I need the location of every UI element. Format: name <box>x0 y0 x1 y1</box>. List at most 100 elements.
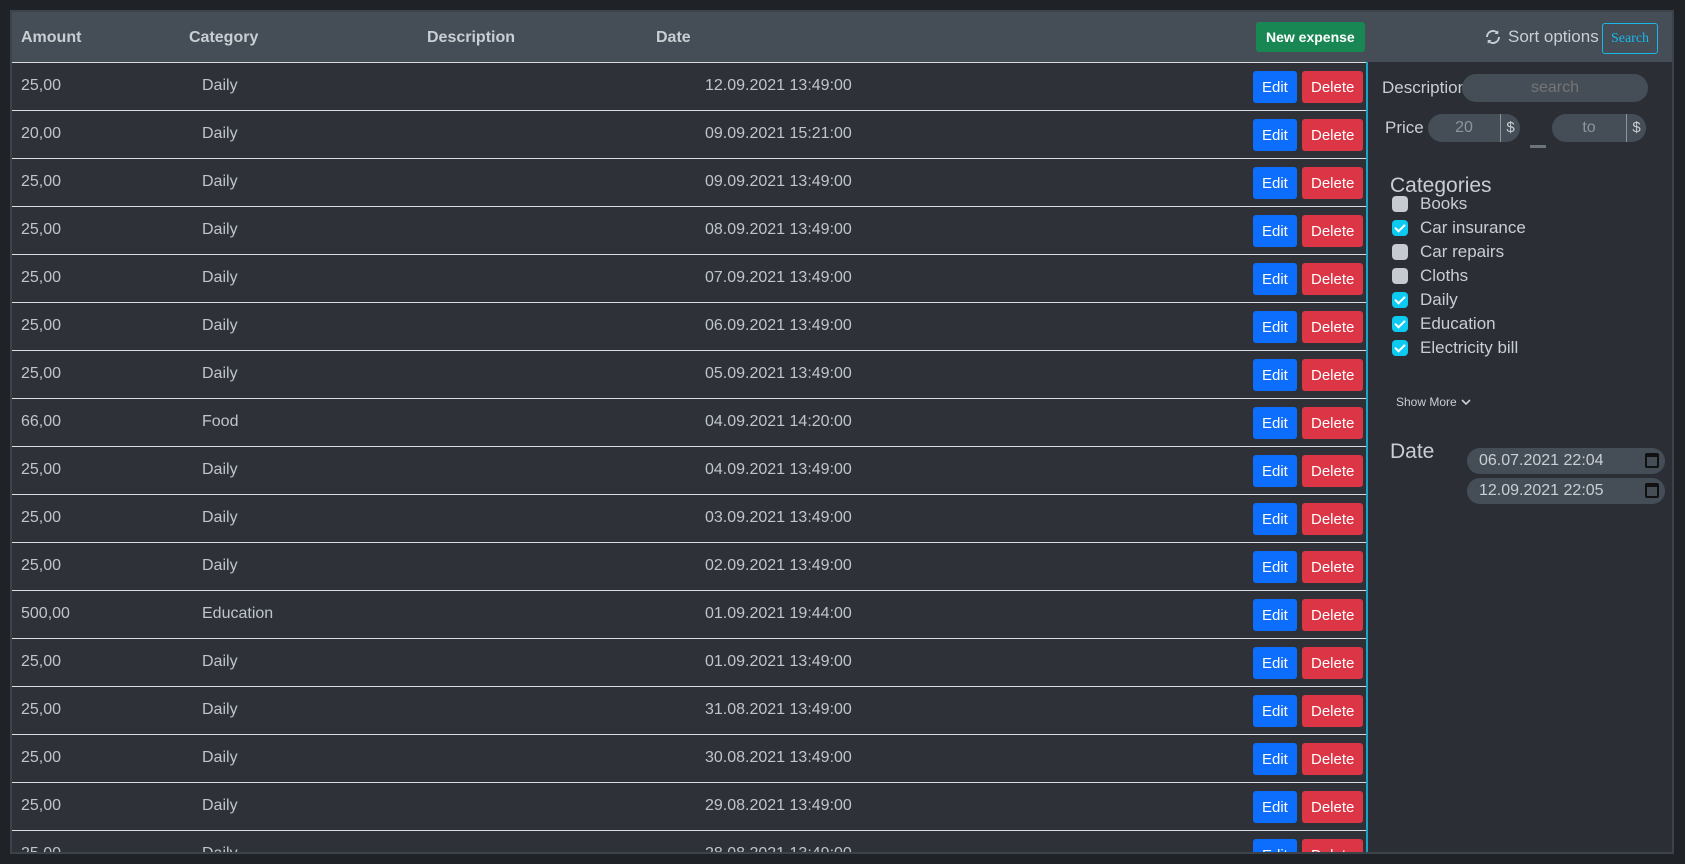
delete-button[interactable]: Delete <box>1302 599 1364 631</box>
table-row: 25,00 Daily 07.09.2021 13:49:00 Edit Delete <box>12 254 1366 302</box>
category-option[interactable]: Cloths <box>1392 266 1468 286</box>
table-row: 500,00 Education 01.09.2021 19:44:00 Edit De… <box>12 590 1366 638</box>
category-cell: Daily <box>202 125 238 142</box>
search-button[interactable]: Search <box>1602 23 1658 54</box>
delete-button[interactable]: Delete <box>1302 743 1364 775</box>
date-to-input[interactable]: 12.09.2021 22:05 <box>1467 478 1665 504</box>
price-to-input[interactable]: to $ <box>1552 114 1646 142</box>
delete-button[interactable]: Delete <box>1302 119 1364 151</box>
date-cell: 30.08.2021 13:49:00 <box>705 749 852 766</box>
delete-button[interactable]: Delete <box>1302 71 1364 103</box>
category-option[interactable]: Electricity bill <box>1392 338 1518 358</box>
date-cell: 01.09.2021 13:49:00 <box>705 653 852 670</box>
date-cell: 06.09.2021 13:49:00 <box>705 317 852 334</box>
expense-table: 25,00 Daily 12.09.2021 13:49:00 Edit Delete 2… <box>12 62 1368 854</box>
date-cell: 04.09.2021 14:20:00 <box>705 413 852 430</box>
price-from-value: 20 <box>1455 119 1473 136</box>
edit-button[interactable]: Edit <box>1253 695 1297 727</box>
edit-button[interactable]: Edit <box>1253 167 1297 199</box>
edit-button[interactable]: Edit <box>1253 599 1297 631</box>
sort-options[interactable]: Sort options <box>1484 27 1599 47</box>
category-cell: Daily <box>202 653 238 670</box>
delete-button[interactable]: Delete <box>1302 647 1364 679</box>
delete-button[interactable]: Delete <box>1302 167 1364 199</box>
edit-button[interactable]: Edit <box>1253 647 1297 679</box>
delete-button[interactable]: Delete <box>1302 791 1364 823</box>
delete-button[interactable]: Delete <box>1302 359 1364 391</box>
category-cell: Food <box>202 413 239 430</box>
table-row: 25,00 Daily 05.09.2021 13:49:00 Edit Delete <box>12 350 1366 398</box>
table-row: 25,00 Daily 02.09.2021 13:49:00 Edit Delete <box>12 542 1366 590</box>
category-checkbox[interactable] <box>1392 340 1408 356</box>
edit-button[interactable]: Edit <box>1253 407 1297 439</box>
chevron-down-icon <box>1461 399 1471 406</box>
amount-cell: 25,00 <box>21 365 62 382</box>
category-cell: Daily <box>202 797 238 814</box>
category-option[interactable]: Education <box>1392 314 1496 334</box>
date-cell: 08.09.2021 13:49:00 <box>705 221 852 238</box>
amount-cell: 25,00 <box>21 845 62 854</box>
delete-button[interactable]: Delete <box>1302 215 1364 247</box>
edit-button[interactable]: Edit <box>1253 215 1297 247</box>
delete-button[interactable]: Delete <box>1302 551 1364 583</box>
date-from-value: 06.07.2021 22:04 <box>1479 452 1604 469</box>
edit-button[interactable]: Edit <box>1253 791 1297 823</box>
category-label: Daily <box>1420 290 1458 309</box>
delete-button[interactable]: Delete <box>1302 503 1364 535</box>
edit-button[interactable]: Edit <box>1253 503 1297 535</box>
category-checkbox[interactable] <box>1392 316 1408 332</box>
column-header-date[interactable]: Date <box>656 29 691 47</box>
table-header: Amount Category Description Date New exp… <box>12 12 1672 62</box>
category-option[interactable]: Daily <box>1392 290 1458 310</box>
delete-button[interactable]: Delete <box>1302 407 1364 439</box>
table-row: 25,00 Daily 01.09.2021 13:49:00 Edit Delete <box>12 638 1366 686</box>
category-cell: Daily <box>202 221 238 238</box>
table-row: 25,00 Daily 08.09.2021 13:49:00 Edit Delete <box>12 206 1366 254</box>
date-from-input[interactable]: 06.07.2021 22:04 <box>1467 448 1665 474</box>
delete-button[interactable]: Delete <box>1302 263 1364 295</box>
column-header-description[interactable]: Description <box>427 29 515 47</box>
edit-button[interactable]: Edit <box>1253 71 1297 103</box>
show-more-toggle[interactable]: Show More <box>1396 395 1471 409</box>
category-checkbox[interactable] <box>1392 268 1408 284</box>
calendar-icon[interactable] <box>1645 453 1659 468</box>
category-label: Books <box>1420 194 1468 213</box>
amount-cell: 25,00 <box>21 317 62 334</box>
category-option[interactable]: Car repairs <box>1392 242 1504 262</box>
new-expense-button[interactable]: New expense <box>1256 22 1365 52</box>
column-header-category[interactable]: Category <box>189 29 258 47</box>
delete-button[interactable]: Delete <box>1302 695 1364 727</box>
edit-button[interactable]: Edit <box>1253 359 1297 391</box>
edit-button[interactable]: Edit <box>1253 551 1297 583</box>
price-filter-label: Price <box>1385 118 1424 137</box>
price-from-input[interactable]: 20 $ <box>1428 114 1520 142</box>
category-checkbox[interactable] <box>1392 196 1408 212</box>
delete-button[interactable]: Delete <box>1302 311 1364 343</box>
column-header-amount[interactable]: Amount <box>21 29 81 47</box>
delete-button[interactable]: Delete <box>1302 839 1364 852</box>
category-cell: Daily <box>202 317 238 334</box>
category-checkbox[interactable] <box>1392 292 1408 308</box>
edit-button[interactable]: Edit <box>1253 311 1297 343</box>
edit-button[interactable]: Edit <box>1253 119 1297 151</box>
edit-button[interactable]: Edit <box>1253 839 1297 852</box>
filter-panel: Description Price 20 $ to $ Categories B… <box>1370 62 1672 852</box>
edit-button[interactable]: Edit <box>1253 455 1297 487</box>
amount-cell: 25,00 <box>21 557 62 574</box>
table-row: 25,00 Daily 04.09.2021 13:49:00 Edit Delete <box>12 446 1366 494</box>
category-label: Car insurance <box>1420 218 1526 237</box>
category-cell: Daily <box>202 557 238 574</box>
edit-button[interactable]: Edit <box>1253 743 1297 775</box>
calendar-icon[interactable] <box>1645 483 1659 498</box>
delete-button[interactable]: Delete <box>1302 455 1364 487</box>
category-checkbox[interactable] <box>1392 244 1408 260</box>
category-option[interactable]: Books <box>1392 194 1467 214</box>
category-cell: Daily <box>202 845 238 854</box>
table-row: 25,00 Daily 06.09.2021 13:49:00 Edit Delete <box>12 302 1366 350</box>
edit-button[interactable]: Edit <box>1253 263 1297 295</box>
table-row: 20,00 Daily 09.09.2021 15:21:00 Edit Delete <box>12 110 1366 158</box>
category-option[interactable]: Car insurance <box>1392 218 1526 238</box>
category-checkbox[interactable] <box>1392 220 1408 236</box>
description-search-input[interactable] <box>1462 74 1648 102</box>
show-more-label: Show More <box>1396 395 1457 409</box>
